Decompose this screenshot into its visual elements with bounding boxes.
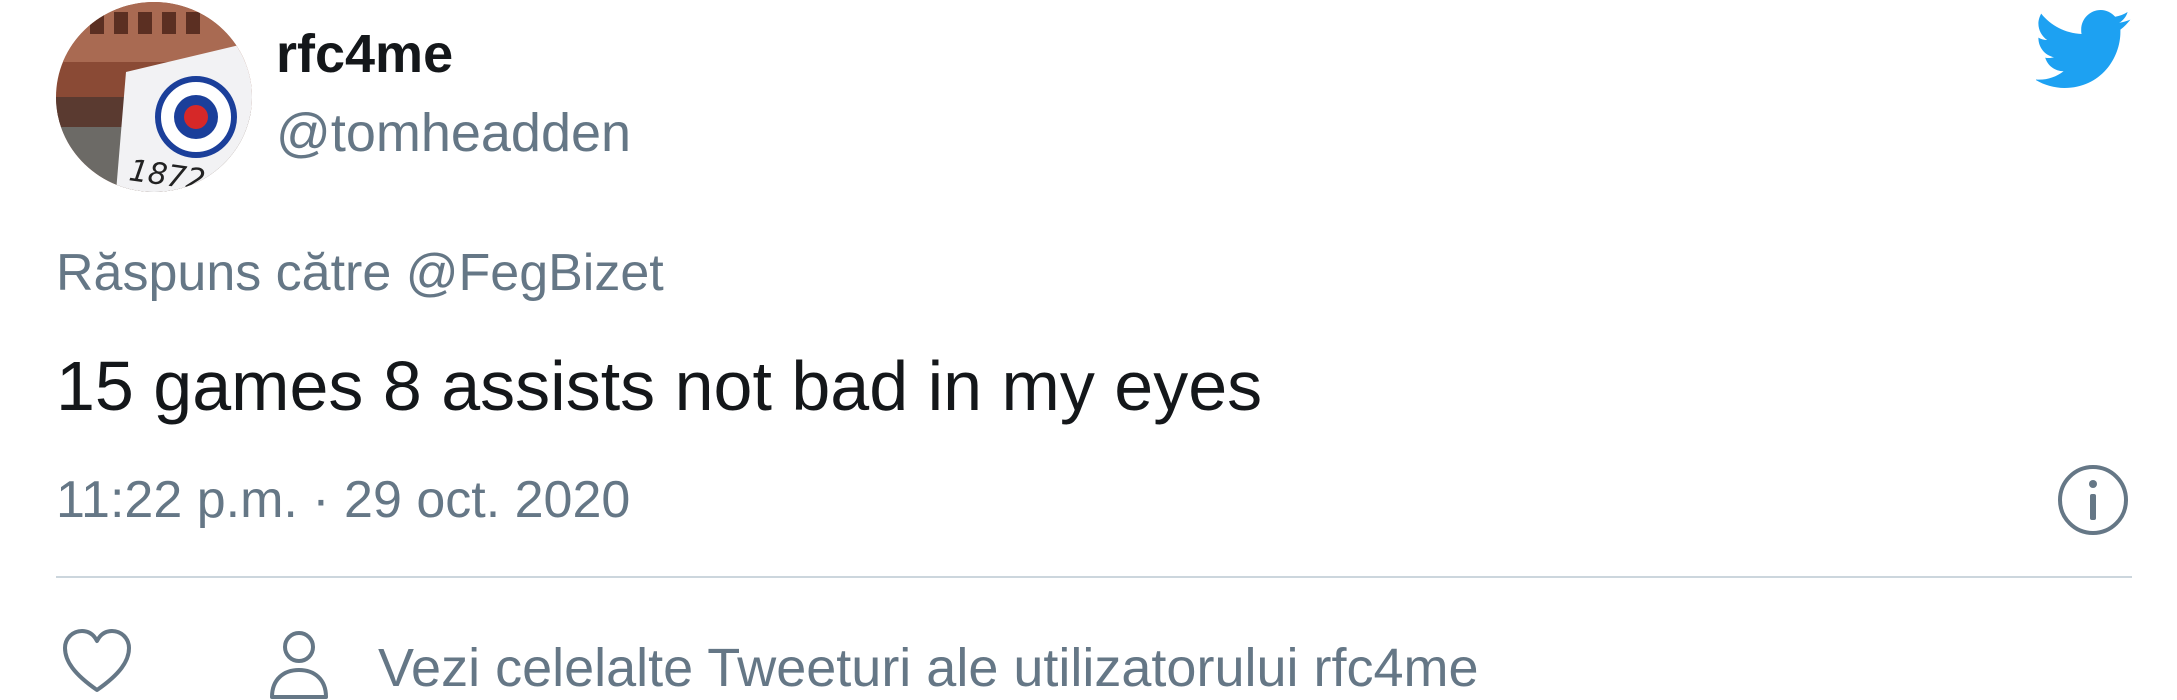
- person-icon: [268, 629, 330, 700]
- twitter-bird-icon[interactable]: [2036, 8, 2132, 92]
- info-icon[interactable]: [2056, 463, 2130, 537]
- view-more-tweets-label: Vezi celelalte Tweeturi ale utilizatorul…: [378, 638, 1479, 698]
- heart-icon[interactable]: [62, 628, 132, 694]
- divider: [56, 576, 2132, 578]
- reply-to-handle-link[interactable]: @FegBizet: [406, 244, 664, 302]
- reply-to-line: Răspuns către @FegBizet: [56, 242, 664, 304]
- reply-prefix: Răspuns către: [56, 244, 406, 302]
- tweet-timestamp[interactable]: 11:22 p.m. · 29 oct. 2020: [56, 469, 630, 531]
- display-name[interactable]: rfc4me: [276, 22, 453, 86]
- user-handle[interactable]: @tomheadden: [276, 101, 631, 165]
- tweet-card: 1872 rfc4me @tomheadden Răspuns către @F…: [0, 0, 2177, 700]
- tweet-text: 15 games 8 assists not bad in my eyes: [56, 347, 1263, 425]
- avatar[interactable]: 1872: [56, 2, 252, 192]
